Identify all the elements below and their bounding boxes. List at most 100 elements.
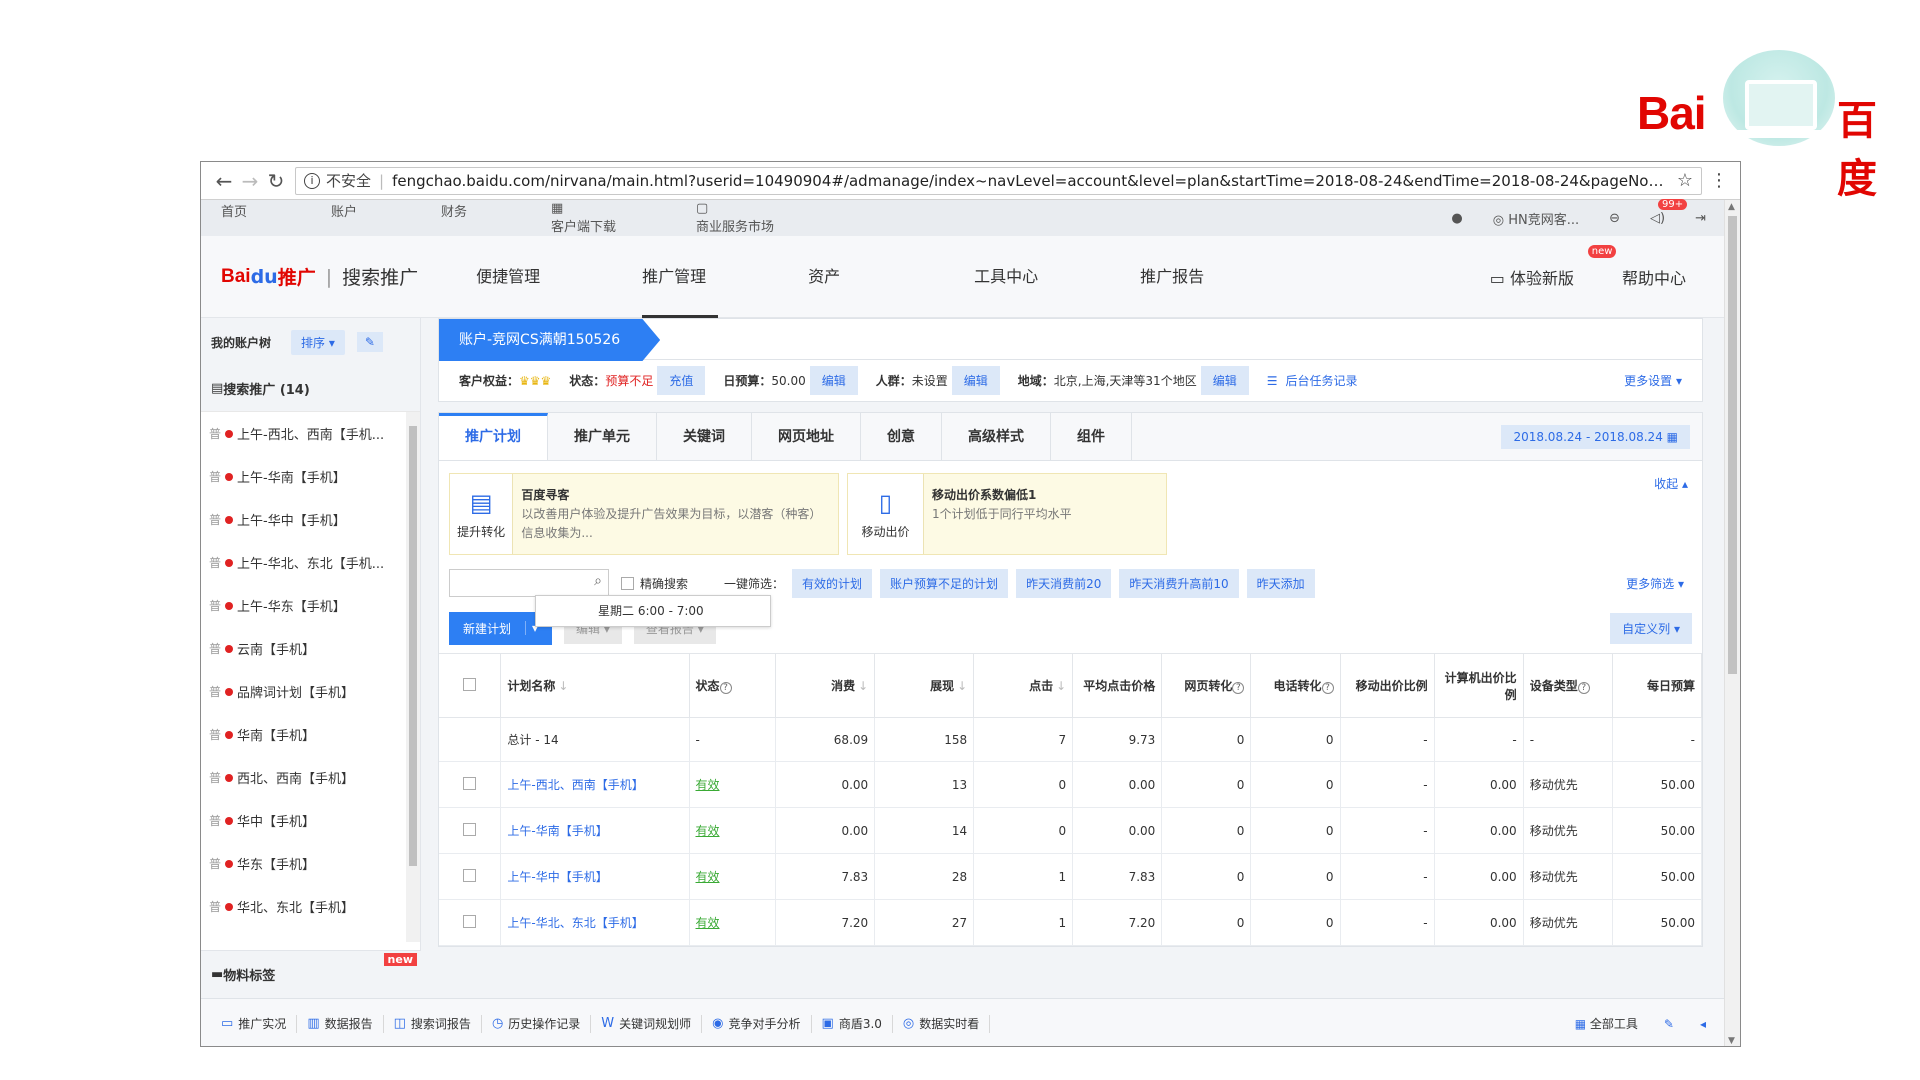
sidebar-plan-item[interactable]: 普 华南【手机】	[201, 713, 420, 756]
sidebar-scroll-thumb[interactable]	[409, 426, 417, 866]
row-checkbox[interactable]	[463, 776, 477, 790]
util-account[interactable]: 账户	[331, 201, 441, 235]
row-checkbox[interactable]	[463, 822, 477, 836]
bottom-tool-item[interactable]: ▥ 数据报告	[297, 1014, 384, 1033]
exact-search-checkbox[interactable]	[621, 576, 634, 590]
table-row[interactable]: 上午-华北、东北【手机】 有效 7.20 27 1 7.20 0 0-0.00 移动优先 50.0…	[439, 899, 1703, 946]
help-icon[interactable]: ?	[1577, 682, 1590, 694]
reload-icon[interactable]: ↻	[263, 169, 289, 193]
sort-icon[interactable]: ↓	[1056, 679, 1066, 693]
plan-name-link[interactable]: 上午-西北、西南【手机】	[507, 778, 643, 792]
bottom-tool-item[interactable]: ◷ 历史操作记录	[482, 1014, 592, 1033]
col-spend[interactable]: 消费 ↓	[775, 653, 876, 718]
page-scrollbar[interactable]: ▲ ▼	[1724, 200, 1740, 1046]
brand-logo[interactable]: Bai du 推广 | 搜索推广	[221, 263, 418, 290]
col-plan-name[interactable]: 计划名称 ↓	[500, 653, 690, 718]
col-pc-bid[interactable]: 计算机出价比例	[1434, 653, 1524, 718]
pin-icon[interactable]: ✎	[356, 332, 383, 352]
sort-icon[interactable]: ↓	[858, 679, 868, 693]
tab-unit[interactable]: 推广单元	[548, 413, 657, 460]
date-range-picker[interactable]: 2018.08.24 - 2018.08.24 ▦	[1501, 425, 1690, 449]
more-settings[interactable]: 更多设置 ▾	[1624, 372, 1682, 389]
nav-assets[interactable]: 资产	[808, 236, 974, 318]
recharge-button[interactable]: 充值	[657, 366, 706, 395]
minus-circle-icon[interactable]: ⊖	[1609, 211, 1620, 226]
sidebar-plan-item[interactable]: 普 上午-华北、东北【手机...	[201, 541, 420, 584]
info-icon[interactable]: i	[304, 172, 320, 189]
sort-button[interactable]: 排序 ▾	[291, 329, 345, 355]
table-row[interactable]: 上午-西北、西南【手机】 有效 0.00 13 0 0.00 0 0-0.00 移动优先 50.0…	[439, 761, 1703, 808]
custom-columns-button[interactable]: 自定义列 ▾	[1610, 612, 1692, 644]
bottom-tool-item[interactable]: ◉ 竞争对手分析	[702, 1014, 812, 1033]
card-baidu-xunke[interactable]: ▤ 提升转化 百度寻客 以改善用户体验及提升广告效果为目标，以潜客（种客）信息收集为…	[449, 473, 839, 555]
sidebar-plan-item[interactable]: 普 华北、东北【手机】	[201, 885, 420, 928]
col-web-conv[interactable]: 网页转化?	[1161, 653, 1252, 718]
more-filters[interactable]: 更多筛选 ▾	[1626, 575, 1684, 592]
nav-tools[interactable]: 工具中心	[974, 236, 1140, 318]
card-mobile-bid[interactable]: ▯ 移动出价 移动出价系数偏低1 1个计划低于同行平均水平	[847, 473, 1167, 555]
select-all-checkbox[interactable]	[463, 677, 477, 691]
tab-keyword[interactable]: 关键词	[657, 413, 752, 460]
nav-reports[interactable]: 推广报告	[1140, 236, 1306, 318]
logout-icon[interactable]: ⇥	[1695, 211, 1706, 226]
filter-top-spend[interactable]: 昨天消费前20	[1016, 568, 1112, 598]
url-text[interactable]: fengchao.baidu.com/nirvana/main.html?use…	[392, 172, 1671, 190]
row-checkbox[interactable]	[463, 868, 477, 882]
bottom-tool-item[interactable]: W 关键词规划师	[591, 1014, 703, 1033]
bottom-tool-item[interactable]: ▭ 推广实况	[211, 1014, 298, 1033]
col-phone-conv[interactable]: 电话转化?	[1250, 653, 1341, 718]
try-new-version[interactable]: ▭ 体验新版 new	[1490, 245, 1617, 289]
table-row[interactable]: 上午-华南【手机】 有效 0.00 14 0 0.00 0 0-0.00 移动优先 50.00	[439, 807, 1703, 854]
sidebar-plan-item[interactable]: 普 上午-华东【手机】	[201, 584, 420, 627]
filter-valid-plans[interactable]: 有效的计划	[792, 568, 873, 598]
sidebar-category[interactable]: ▤ 搜索推广 (14)	[201, 366, 420, 412]
plan-name-link[interactable]: 上午-华北、东北【手机】	[507, 916, 643, 930]
crowd-edit-button[interactable]: 编辑	[951, 366, 1000, 395]
url-field[interactable]: i 不安全 | fengchao.baidu.com/nirvana/main.…	[295, 166, 1702, 195]
status-link[interactable]: 有效	[696, 916, 720, 930]
status-link[interactable]: 有效	[696, 824, 720, 838]
col-status[interactable]: 状态?	[689, 653, 777, 718]
col-impressions[interactable]: 展现 ↓	[874, 653, 975, 718]
back-icon[interactable]: ←	[211, 169, 237, 193]
scroll-down-icon[interactable]: ▼	[1728, 1036, 1735, 1046]
budget-edit-button[interactable]: 编辑	[809, 366, 858, 395]
help-icon[interactable]: ?	[1321, 682, 1334, 694]
browser-menu-icon[interactable]: ⋮	[1708, 170, 1730, 191]
table-row[interactable]: 上午-华中【手机】 有效 7.83 28 1 7.83 0 0-0.00 移动优先 50.00	[439, 853, 1703, 900]
plan-name-link[interactable]: 上午-华南【手机】	[507, 824, 607, 838]
task-log-link[interactable]: 后台任务记录	[1285, 372, 1357, 389]
sidebar-plan-item[interactable]: 普 云南【手机】	[201, 627, 420, 670]
user-menu[interactable]: ◎ HN竞网客...	[1493, 209, 1579, 228]
row-checkbox[interactable]	[463, 914, 477, 928]
filter-budget-short[interactable]: 账户预算不足的计划	[880, 568, 1009, 598]
edit-icon[interactable]: ✎	[1664, 1017, 1674, 1031]
sidebar-plan-item[interactable]: 普 上午-西北、西南【手机...	[201, 412, 420, 455]
all-tools[interactable]: ▦ 全部工具	[1575, 1015, 1638, 1032]
search-input[interactable]: ⌕	[449, 569, 609, 597]
message-icon[interactable]: ◁) 99+	[1650, 198, 1688, 226]
sidebar-plan-item[interactable]: 普 上午-华南【手机】	[201, 455, 420, 498]
filter-spend-rise[interactable]: 昨天消费升高前10	[1119, 568, 1239, 598]
bottom-tool-item[interactable]: ▣ 商盾3.0	[812, 1014, 893, 1033]
status-link[interactable]: 有效	[696, 778, 720, 792]
sidebar-plan-item[interactable]: 普 华中【手机】	[201, 799, 420, 842]
bookmark-star-icon[interactable]: ☆	[1677, 170, 1693, 191]
notification-icon[interactable]: ●	[1451, 211, 1462, 226]
col-mobile-bid[interactable]: 移动出价比例	[1340, 653, 1435, 718]
region-edit-button[interactable]: 编辑	[1200, 366, 1249, 395]
col-clicks[interactable]: 点击 ↓	[973, 653, 1074, 718]
sidebar-plan-item[interactable]: 普 品牌词计划【手机】	[201, 670, 420, 713]
col-avg-cpc[interactable]: 平均点击价格	[1072, 653, 1163, 718]
filter-added-yesterday[interactable]: 昨天添加	[1246, 568, 1315, 598]
status-link[interactable]: 有效	[696, 870, 720, 884]
plan-name-link[interactable]: 上午-华中【手机】	[507, 870, 607, 884]
scroll-up-icon[interactable]: ▲	[1728, 202, 1735, 212]
col-daily-budget[interactable]: 每日预算	[1612, 653, 1703, 718]
bottom-tool-item[interactable]: ◎ 数据实时看	[893, 1014, 991, 1033]
collapse-left-icon[interactable]: ◂	[1700, 1017, 1706, 1031]
tab-url[interactable]: 网页地址	[752, 413, 861, 460]
collapse-button[interactable]: 收起 ▴	[1654, 475, 1688, 492]
nav-quick-manage[interactable]: 便捷管理	[476, 236, 642, 318]
help-icon[interactable]: ?	[1232, 682, 1245, 694]
